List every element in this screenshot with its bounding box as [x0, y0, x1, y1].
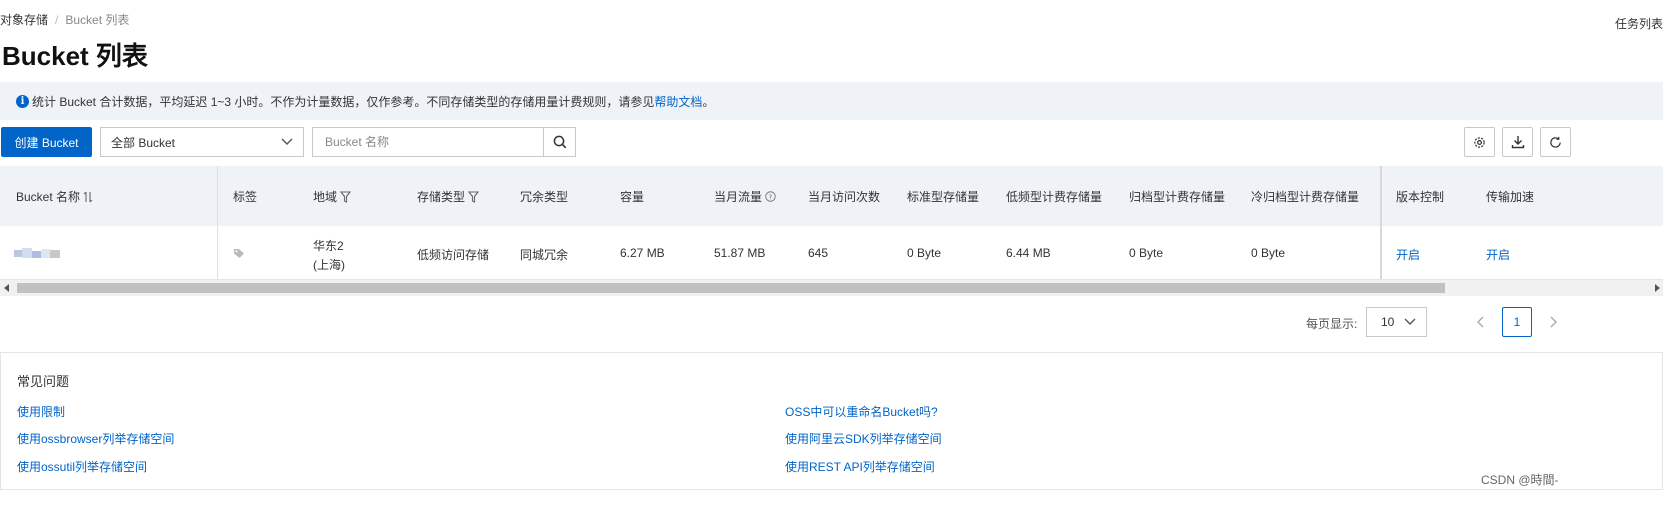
- faq-link-rename-bucket[interactable]: OSS中可以重命名Bucket吗?: [785, 403, 938, 420]
- search-icon: [553, 135, 566, 149]
- page-title: Bucket 列表: [2, 41, 148, 71]
- column-header-monthly-traffic: 当月流量 ?: [714, 188, 776, 205]
- breadcrumb-separator: /: [55, 13, 59, 27]
- page-size-label: 每页显示:: [1306, 317, 1358, 331]
- info-icon: i: [16, 94, 29, 108]
- create-bucket-button[interactable]: 创建 Bucket: [1, 127, 92, 157]
- column-header-tags: 标签: [233, 190, 258, 204]
- search-input[interactable]: [313, 128, 543, 156]
- chevron-right-icon: [1550, 316, 1557, 328]
- scroll-left-arrow-icon[interactable]: [4, 284, 10, 292]
- bucket-name-link[interactable]: [14, 248, 60, 259]
- page-size-select[interactable]: 10: [1366, 307, 1427, 337]
- filter-icon[interactable]: [468, 190, 480, 203]
- faq-link-usage-limits[interactable]: 使用限制: [17, 403, 65, 420]
- page-size-value: 10: [1381, 315, 1395, 329]
- settings-button[interactable]: [1464, 127, 1495, 157]
- faq-link-ossbrowser[interactable]: 使用ossbrowser列举存储空间: [17, 430, 174, 447]
- chevron-left-icon: [1477, 316, 1484, 328]
- column-header-monthly-requests: 当月访问次数: [808, 190, 881, 204]
- gear-icon: [1474, 136, 1485, 148]
- column-header-archive-storage: 归档型计费存储量: [1129, 190, 1226, 204]
- bucket-filter-select[interactable]: 全部 Bucket: [100, 127, 304, 157]
- column-header-storage-type[interactable]: 存储类型: [417, 188, 480, 205]
- svg-text:?: ?: [769, 192, 773, 201]
- column-label: 当月流量: [714, 190, 763, 204]
- scroll-right-arrow-icon[interactable]: [1655, 284, 1661, 292]
- page-1-button[interactable]: 1: [1502, 307, 1532, 337]
- help-doc-link[interactable]: 帮助文档: [654, 93, 702, 110]
- ia-storage-cell: 6.44 MB: [1006, 246, 1051, 260]
- task-list-link[interactable]: 任务列表: [1615, 15, 1663, 32]
- search-button[interactable]: [543, 128, 575, 156]
- tag-icon[interactable]: [233, 248, 245, 259]
- chevron-down-icon: [1404, 318, 1416, 325]
- column-label: 地域: [313, 190, 338, 204]
- download-icon: [1511, 136, 1524, 149]
- column-header-standard-storage: 标准型存储量: [907, 190, 980, 204]
- storage-type-cell: 低频访问存储: [417, 248, 490, 262]
- column-label: Bucket 名称: [16, 190, 81, 204]
- versioning-enable-link[interactable]: 开启: [1396, 246, 1420, 263]
- cold-archive-storage-cell: 0 Byte: [1251, 246, 1286, 260]
- column-divider: [217, 166, 218, 279]
- region-line-2: (上海): [313, 258, 345, 272]
- watermark-text: CSDN @時間-: [1481, 473, 1559, 487]
- column-header-versioning: 版本控制: [1396, 190, 1445, 204]
- standard-storage-cell: 0 Byte: [907, 246, 942, 260]
- chevron-down-icon: [281, 138, 293, 145]
- column-header-acceleration: 传输加速: [1486, 190, 1535, 204]
- refresh-icon: [1550, 136, 1561, 148]
- refresh-button[interactable]: [1540, 127, 1571, 157]
- column-header-cold-archive-storage: 冷归档型计费存储量: [1251, 190, 1360, 204]
- notice-suffix: 。: [702, 94, 715, 109]
- column-header-ia-storage: 低频型计费存储量: [1006, 190, 1103, 204]
- column-header-capacity: 容量: [620, 190, 645, 204]
- prev-page-button[interactable]: [1465, 307, 1495, 337]
- sort-icon[interactable]: [83, 191, 93, 203]
- fixed-column-shadow: [1380, 166, 1382, 279]
- help-icon[interactable]: ?: [765, 191, 776, 202]
- column-header-region[interactable]: 地域: [313, 188, 352, 205]
- bucket-filter-value: 全部 Bucket: [111, 135, 176, 150]
- info-notice: i 统计 Bucket 合计数据，平均延迟 1~3 小时。不作为计量数据，仅作参…: [0, 82, 1663, 120]
- faq-link-rest-api[interactable]: 使用REST API列举存储空间: [785, 458, 935, 475]
- monthly-traffic-cell: 51.87 MB: [714, 246, 766, 260]
- faq-link-ossutil[interactable]: 使用ossutil列举存储空间: [17, 458, 147, 475]
- download-button[interactable]: [1502, 127, 1533, 157]
- archive-storage-cell: 0 Byte: [1129, 246, 1164, 260]
- bucket-search: [312, 127, 576, 157]
- scrollbar-thumb[interactable]: [17, 283, 1445, 293]
- column-header-bucket-name[interactable]: Bucket 名称: [16, 188, 93, 205]
- monthly-requests-cell: 645: [808, 246, 829, 260]
- notice-text: 统计 Bucket 合计数据，平均延迟 1~3 小时。不作为计量数据，仅作参考。…: [32, 94, 655, 109]
- breadcrumb-current: Bucket 列表: [65, 13, 130, 27]
- column-label: 存储类型: [417, 190, 466, 204]
- faq-title: 常见问题: [17, 374, 70, 389]
- column-header-redundancy: 冗余类型: [520, 190, 569, 204]
- acceleration-enable-link[interactable]: 开启: [1486, 246, 1510, 263]
- faq-link-sdk[interactable]: 使用阿里云SDK列举存储空间: [785, 430, 942, 447]
- capacity-cell: 6.27 MB: [620, 246, 665, 260]
- breadcrumb-root[interactable]: 对象存储: [0, 13, 48, 27]
- region-line-1: 华东2: [313, 239, 344, 253]
- redundancy-cell: 同城冗余: [520, 248, 569, 262]
- next-page-button[interactable]: [1539, 307, 1569, 337]
- filter-icon[interactable]: [340, 190, 352, 203]
- breadcrumb: 对象存储 / Bucket 列表: [0, 11, 129, 28]
